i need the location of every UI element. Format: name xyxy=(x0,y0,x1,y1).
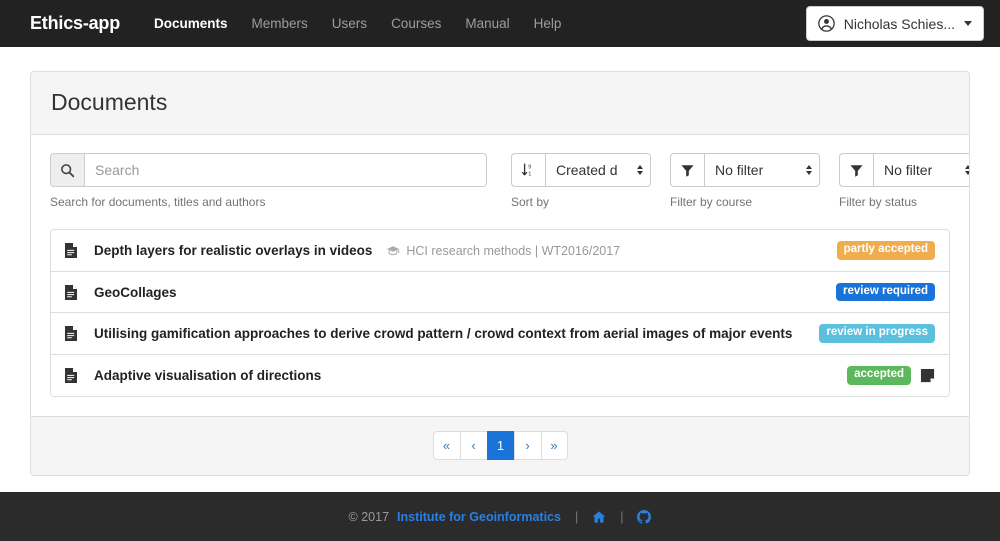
pagination-footer: « ‹ 1 › » xyxy=(31,415,969,475)
file-text-icon xyxy=(64,284,94,301)
spinner-icon xyxy=(806,165,812,176)
graduation-cap-icon xyxy=(386,245,400,257)
table-row[interactable]: GeoCollages review required xyxy=(51,271,949,314)
course-filter-value: No filter xyxy=(715,162,764,179)
sticky-note-icon[interactable] xyxy=(920,368,935,383)
sort-by-value: Created d xyxy=(556,162,618,179)
table-row[interactable]: Adaptive visualisation of directions acc… xyxy=(51,354,949,396)
github-icon[interactable] xyxy=(637,509,652,524)
nav-item-courses[interactable]: Courses xyxy=(379,0,453,47)
document-course: HCI research methods | WT2016/2017 xyxy=(386,244,620,258)
pagination-prev[interactable]: ‹ xyxy=(459,430,487,460)
nav-item-manual[interactable]: Manual xyxy=(453,0,521,47)
file-text-icon xyxy=(64,325,94,342)
user-circle-icon xyxy=(817,15,835,32)
status-filter-group: No filter Filter by status xyxy=(839,153,969,210)
user-menu-button[interactable]: Nicholas Schies... xyxy=(805,6,984,41)
pagination-page-1[interactable]: 1 xyxy=(486,430,514,460)
sort-input-group: 9 1 Created d xyxy=(511,153,651,188)
page-container: Documents Search for document xyxy=(0,47,1000,492)
chevron-down-icon xyxy=(964,21,972,26)
course-filter-input-group: No filter xyxy=(670,153,820,188)
page-title: Documents xyxy=(51,89,168,115)
document-course-label: HCI research methods | WT2016/2017 xyxy=(406,243,621,258)
nav-links: Documents Members Users Courses Manual H… xyxy=(142,0,573,47)
sort-by-select[interactable]: Created d xyxy=(545,153,651,188)
nav-item-users[interactable]: Users xyxy=(320,0,379,47)
home-icon[interactable] xyxy=(592,510,606,524)
nav-item-documents[interactable]: Documents xyxy=(142,0,240,47)
status-badge: review required xyxy=(835,282,935,302)
file-text-icon xyxy=(64,242,94,259)
file-text-icon xyxy=(64,367,94,384)
svg-text:9: 9 xyxy=(528,165,531,171)
pagination-first[interactable]: « xyxy=(432,430,460,460)
copyright-label: © 2017 xyxy=(348,509,390,524)
search-input[interactable] xyxy=(84,153,487,188)
status-filter-help-text: Filter by status xyxy=(839,195,918,210)
search-group: Search for documents, titles and authors xyxy=(50,153,487,209)
svg-text:1: 1 xyxy=(528,172,531,178)
footer-separator: | xyxy=(574,509,579,524)
card-header: Documents xyxy=(31,72,969,136)
filter-icon xyxy=(670,153,704,188)
documents-list: Depth layers for realistic overlays in v… xyxy=(50,229,950,397)
course-filter-select[interactable]: No filter xyxy=(704,153,820,188)
sort-numeric-desc-icon: 9 1 xyxy=(511,153,545,188)
card-body: Search for documents, titles and authors… xyxy=(31,135,969,416)
course-filter-help-text: Filter by course xyxy=(670,195,753,210)
table-row[interactable]: Utilising gamification approaches to der… xyxy=(51,313,949,355)
pagination-next[interactable]: › xyxy=(513,430,541,460)
table-row[interactable]: Depth layers for realistic overlays in v… xyxy=(51,230,949,272)
search-icon xyxy=(50,153,84,188)
document-title: Adaptive visualisation of directions xyxy=(94,367,322,383)
status-filter-value: No filter xyxy=(884,162,933,179)
document-title: Depth layers for realistic overlays in v… xyxy=(94,243,373,259)
search-input-group xyxy=(50,153,487,188)
document-title: Utilising gamification approaches to der… xyxy=(94,326,793,342)
nav-item-help[interactable]: Help xyxy=(522,0,574,47)
pagination-last[interactable]: » xyxy=(540,430,568,460)
site-footer: © 2017 Institute for Geoinformatics | | xyxy=(0,492,1000,541)
document-title: GeoCollages xyxy=(94,284,177,300)
search-help-text: Search for documents, titles and authors xyxy=(50,195,266,210)
spinner-icon xyxy=(965,165,969,176)
filter-icon xyxy=(839,153,873,188)
status-filter-input-group: No filter xyxy=(839,153,969,188)
status-badge: accepted xyxy=(847,366,911,385)
course-filter-group: No filter Filter by course xyxy=(670,153,820,209)
status-badge: partly accepted xyxy=(836,241,935,260)
nav-item-members[interactable]: Members xyxy=(240,0,320,47)
organization-link[interactable]: Institute for Geoinformatics xyxy=(397,510,561,524)
brand-logo[interactable]: Ethics-app xyxy=(30,13,120,34)
sort-help-text: Sort by xyxy=(511,195,550,210)
documents-card: Documents Search for document xyxy=(30,71,970,476)
filters-toolbar: Search for documents, titles and authors… xyxy=(50,153,969,209)
spinner-icon xyxy=(637,165,643,176)
user-name-label: Nicholas Schies... xyxy=(843,15,955,32)
sort-group: 9 1 Created d Sort by xyxy=(511,153,651,209)
footer-separator: | xyxy=(620,509,624,524)
status-filter-select[interactable]: No filter xyxy=(873,153,969,188)
top-navbar: Ethics-app Documents Members Users Cours… xyxy=(0,0,1000,47)
status-badge: review in progress xyxy=(819,324,935,343)
pagination: « ‹ 1 › » xyxy=(432,430,568,460)
